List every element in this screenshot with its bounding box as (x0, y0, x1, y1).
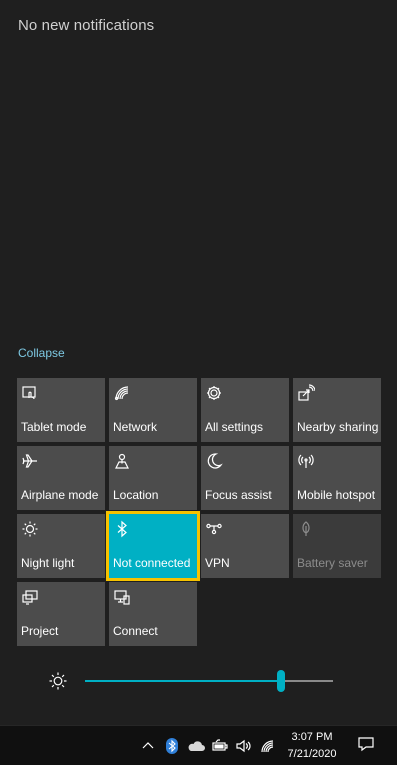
tile-airplane-mode[interactable]: Airplane mode (17, 446, 105, 510)
tile-location[interactable]: Location (109, 446, 197, 510)
tile-label: Night light (21, 556, 75, 570)
action-center-button[interactable] (344, 726, 387, 765)
taskbar: 3:07 PM 7/21/2020 (0, 725, 397, 765)
network-icon (113, 384, 131, 402)
gear-icon (205, 384, 223, 402)
nearby-sharing-icon (297, 384, 315, 402)
tile-label: Connect (113, 624, 158, 638)
connect-icon (113, 588, 131, 606)
tile-tablet-mode[interactable]: Tablet mode (17, 378, 105, 442)
system-tray (138, 726, 282, 765)
tile-nearby-sharing[interactable]: Nearby sharing (293, 378, 381, 442)
brightness-slider-thumb[interactable] (276, 670, 285, 692)
tile-mobile-hotspot[interactable]: Mobile hotspot (293, 446, 381, 510)
vpn-icon (205, 520, 223, 538)
hotspot-icon (297, 452, 315, 470)
location-icon (113, 452, 131, 470)
tile-project[interactable]: Project (17, 582, 105, 646)
brightness-control (48, 670, 338, 694)
collapse-link[interactable]: Collapse (18, 346, 65, 360)
brightness-slider[interactable] (85, 670, 333, 692)
tile-label: Network (113, 420, 158, 434)
tile-label: Battery saver (297, 556, 368, 570)
tile-night-light[interactable]: Night light (17, 514, 105, 578)
quick-actions-grid: Tablet mode Network All settings Nearby … (17, 378, 382, 646)
tile-label: VPN (205, 556, 230, 570)
clock-time: 3:07 PM (291, 731, 333, 743)
sun-icon (48, 671, 68, 691)
onedrive-cloud-icon[interactable] (186, 736, 206, 756)
tablet-mode-icon (21, 384, 39, 402)
night-light-icon (21, 520, 39, 538)
brightness-slider-fill (85, 680, 281, 682)
tile-label: Airplane mode (21, 488, 99, 502)
tile-label: Mobile hotspot (297, 488, 376, 502)
tile-label: Nearby sharing (297, 420, 379, 434)
tile-vpn[interactable]: VPN (201, 514, 289, 578)
moon-icon (205, 452, 223, 470)
tile-label: Location (113, 488, 159, 502)
tile-label: All settings (205, 420, 264, 434)
bluetooth-icon (113, 520, 131, 538)
action-center-icon (357, 735, 375, 758)
battery-icon[interactable] (210, 736, 230, 756)
volume-icon[interactable] (234, 736, 254, 756)
tile-focus-assist[interactable]: Focus assist (201, 446, 289, 510)
tile-label: Tablet mode (21, 420, 87, 434)
tile-label: Focus assist (205, 488, 272, 502)
tile-label: Not connected (113, 556, 191, 570)
clock-date: 7/21/2020 (287, 748, 337, 760)
tile-network[interactable]: Network (109, 378, 197, 442)
wifi-icon[interactable] (258, 736, 278, 756)
bluetooth-icon[interactable] (162, 736, 182, 756)
tile-battery-saver[interactable]: Battery saver (293, 514, 381, 578)
tile-bluetooth[interactable]: Not connected (106, 511, 200, 581)
project-icon (21, 588, 39, 606)
airplane-icon (21, 452, 39, 470)
tile-all-settings[interactable]: All settings (201, 378, 289, 442)
notifications-empty-text: No new notifications (18, 17, 155, 34)
action-center-panel: No new notifications Collapse Tablet mod… (0, 0, 397, 725)
leaf-icon (297, 520, 315, 538)
tile-label: Project (21, 624, 59, 638)
tile-connect[interactable]: Connect (109, 582, 197, 646)
taskbar-clock[interactable]: 3:07 PM 7/21/2020 (283, 729, 341, 763)
chevron-up-icon[interactable] (138, 736, 158, 756)
